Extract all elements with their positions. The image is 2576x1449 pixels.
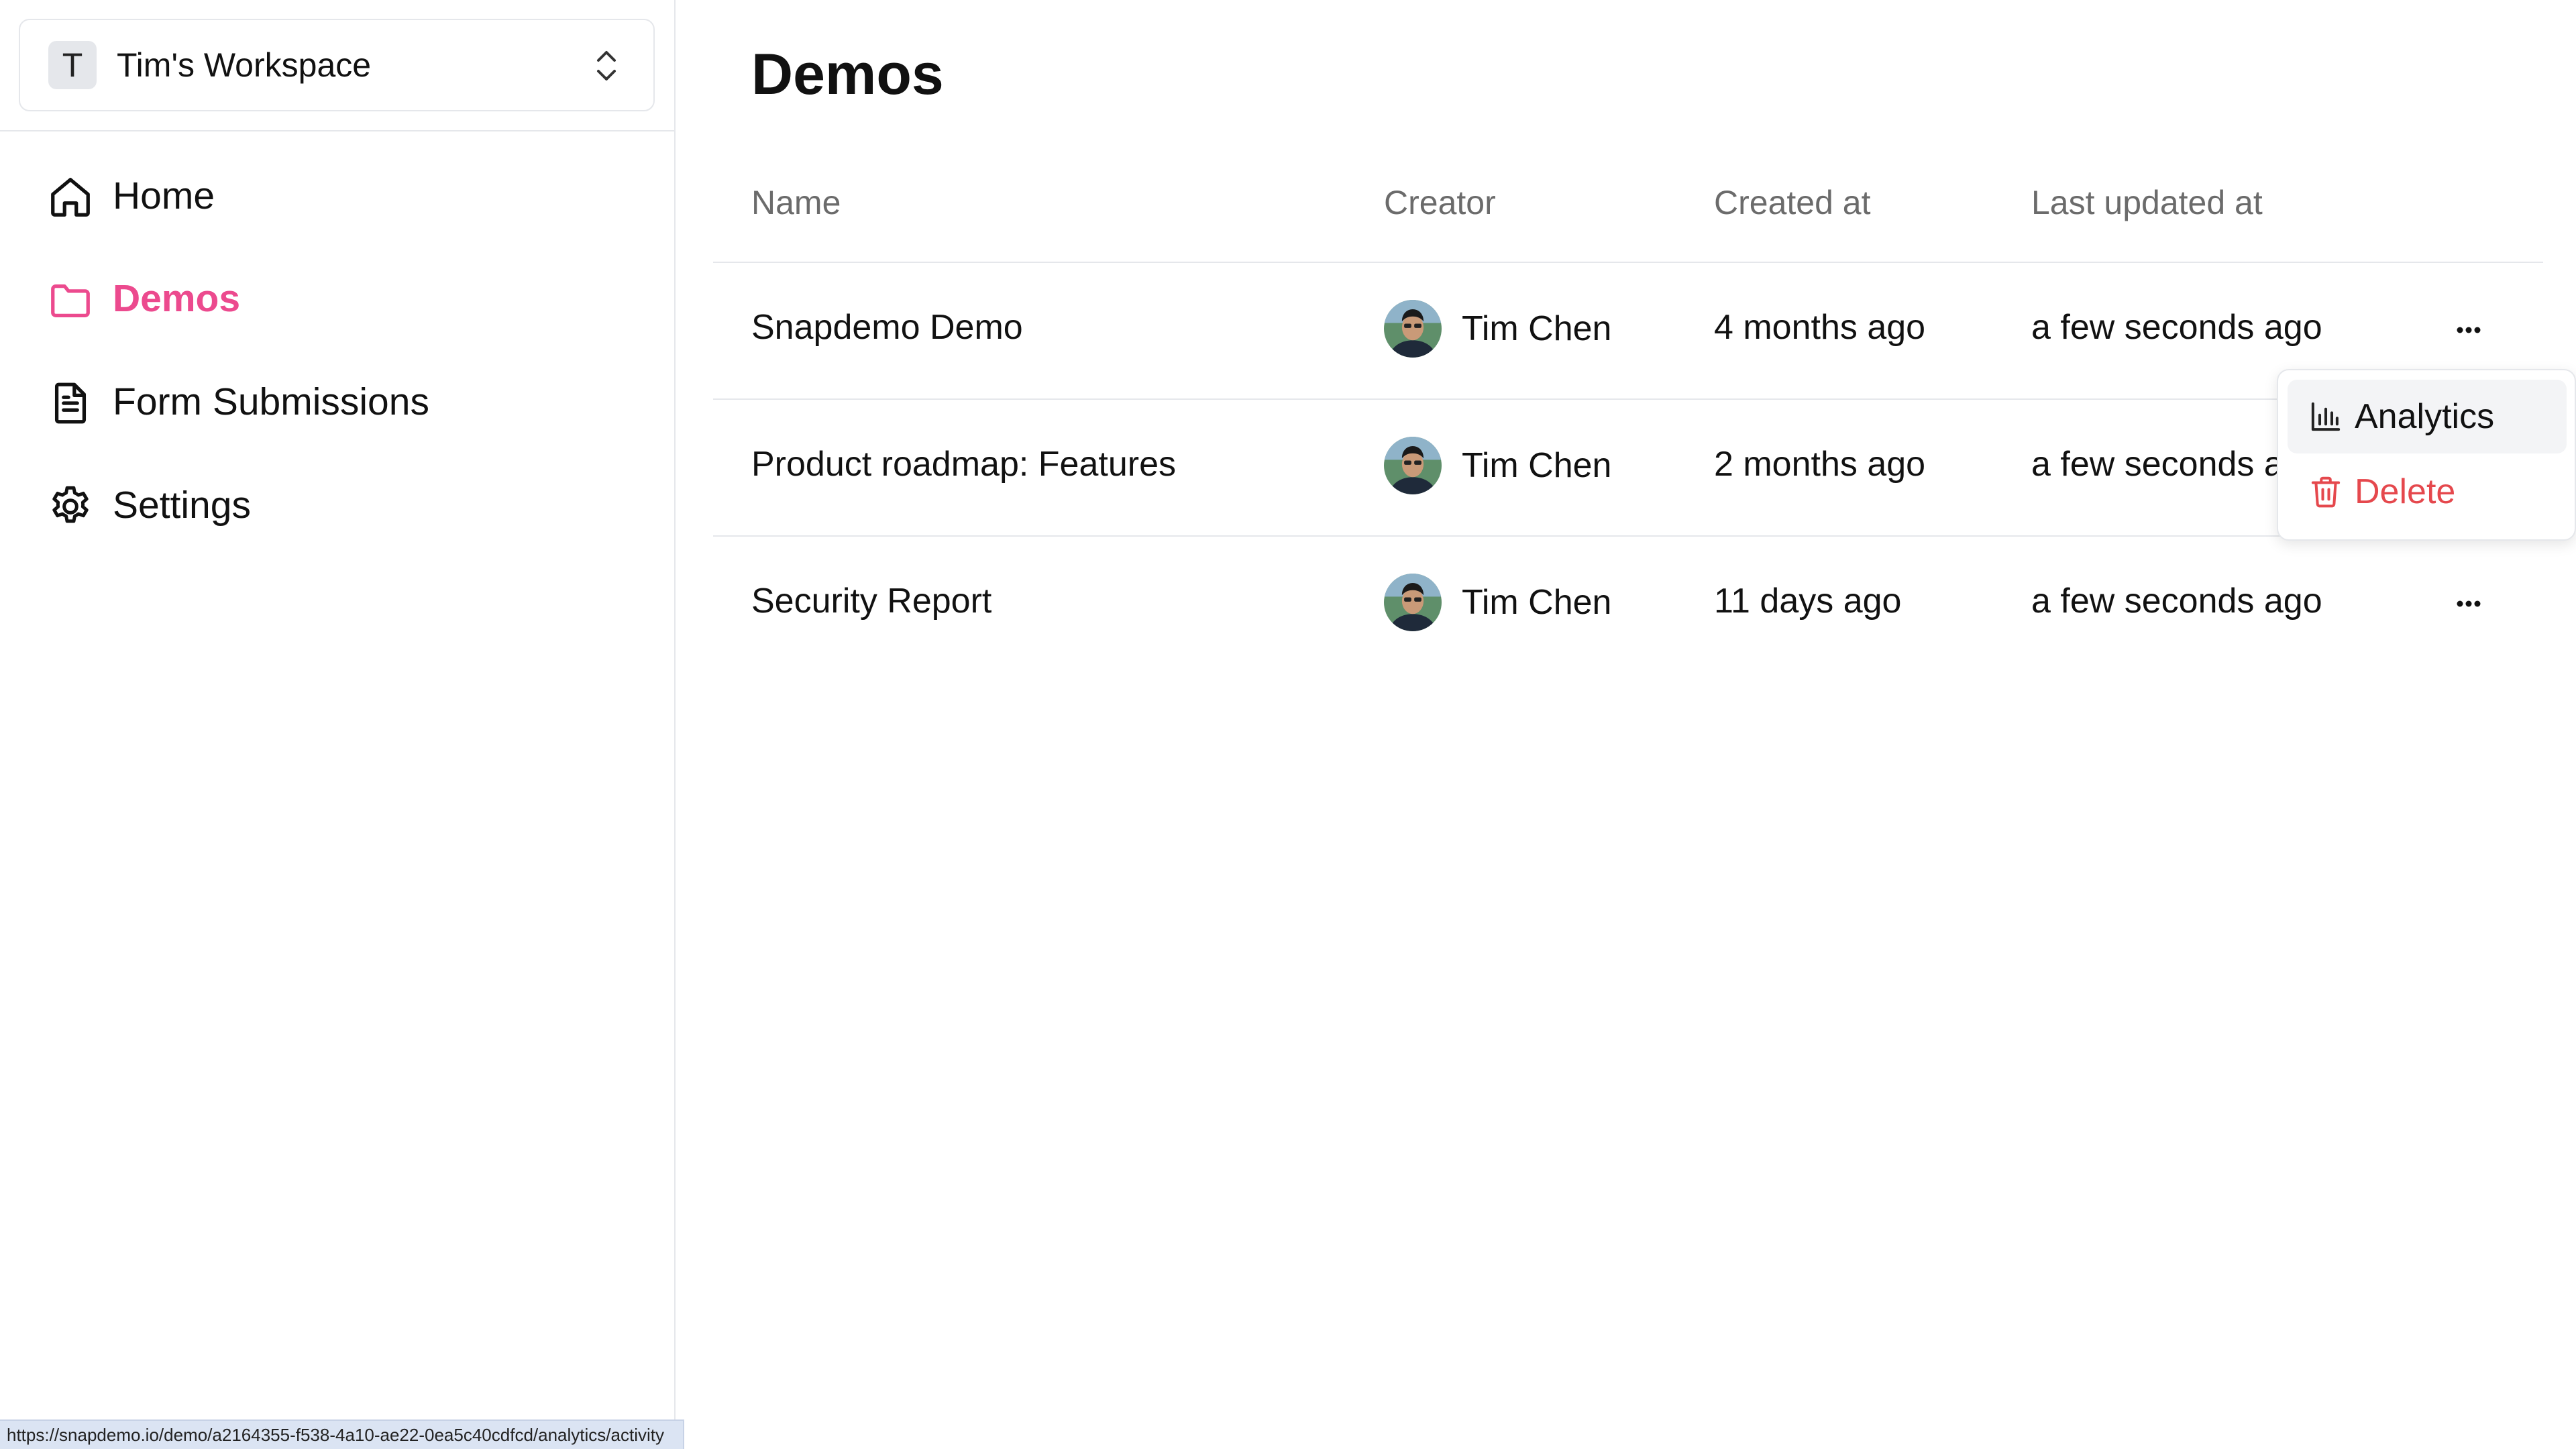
- avatar: [1384, 300, 1442, 358]
- sidebar-item-label: Form Submissions: [113, 380, 429, 423]
- status-bar-url: https://snapdemo.io/demo/a2164355-f538-4…: [0, 1419, 684, 1449]
- table-row[interactable]: Snapdemo Demo Tim Chen 4 months ago a fe…: [713, 263, 2543, 400]
- demo-name[interactable]: Product roadmap: Features: [751, 441, 1176, 487]
- creator-name: Tim Chen: [1462, 309, 1612, 348]
- menu-item-label: Analytics: [2355, 397, 2495, 436]
- avatar: [1384, 574, 1442, 631]
- page-title: Demos: [751, 42, 944, 107]
- sidebar-item-label: Settings: [113, 484, 251, 527]
- sidebar: T Tim's Workspace Home Demos Form Submis…: [0, 0, 684, 1449]
- sidebar-item-settings[interactable]: Settings: [27, 463, 631, 543]
- app-window: T Tim's Workspace Home Demos Form Submis…: [0, 0, 2576, 1449]
- created-at: 4 months ago: [1714, 308, 1926, 347]
- demo-name[interactable]: Security Report: [751, 578, 991, 624]
- document-icon: [54, 382, 87, 424]
- demos-table: Name Creator Created at Last updated at …: [713, 158, 2543, 674]
- gear-icon: [52, 486, 89, 523]
- sidebar-item-label: Home: [113, 174, 215, 217]
- row-actions-menu: Analytics Delete: [2277, 369, 2576, 541]
- table-row[interactable]: Product roadmap: Features Tim Chen 2 mon…: [713, 400, 2543, 537]
- menu-item-delete[interactable]: Delete: [2288, 455, 2567, 529]
- column-header-created-at[interactable]: Created at: [1714, 181, 1870, 224]
- menu-item-analytics[interactable]: Analytics: [2288, 380, 2567, 453]
- last-updated-at: a few seconds ago: [2031, 308, 2322, 347]
- workspace-avatar: T: [48, 41, 97, 89]
- column-header-creator[interactable]: Creator: [1384, 181, 1496, 224]
- workspace-switcher[interactable]: T Tim's Workspace: [19, 19, 655, 111]
- column-header-last-updated-at[interactable]: Last updated at: [2031, 181, 2263, 224]
- demo-name[interactable]: Snapdemo Demo: [751, 305, 1023, 350]
- creator: Tim Chen: [1384, 437, 1611, 494]
- chevron-up-down-icon: [597, 51, 616, 80]
- creator: Tim Chen: [1384, 574, 1611, 631]
- more-options-icon[interactable]: [2444, 310, 2493, 350]
- sidebar-item-home[interactable]: Home: [27, 154, 631, 234]
- home-icon: [51, 178, 90, 217]
- folder-icon: [51, 284, 90, 317]
- bar-chart-icon: [2311, 402, 2341, 431]
- sidebar-item-demos[interactable]: Demos: [27, 256, 631, 337]
- workspace-name: Tim's Workspace: [117, 46, 372, 84]
- created-at: 2 months ago: [1714, 445, 1926, 484]
- created-at: 11 days ago: [1714, 582, 1902, 621]
- workspace-header: T Tim's Workspace: [0, 0, 674, 131]
- table-row[interactable]: Security Report Tim Chen 11 days ago a f…: [713, 537, 2543, 674]
- main-content: Demos Name Creator Created at Last updat…: [676, 0, 2576, 1449]
- avatar: [1384, 437, 1442, 494]
- last-updated-at: a few seconds ago: [2031, 582, 2322, 621]
- sidebar-item-label: Demos: [113, 277, 241, 320]
- creator-name: Tim Chen: [1462, 583, 1612, 622]
- creator-name: Tim Chen: [1462, 446, 1612, 485]
- table-header: Name Creator Created at Last updated at: [713, 158, 2543, 263]
- column-header-name[interactable]: Name: [751, 181, 841, 224]
- trash-icon: [2311, 476, 2341, 508]
- more-options-icon[interactable]: [2444, 584, 2493, 624]
- menu-item-label: Delete: [2355, 472, 2456, 511]
- sidebar-item-form-submissions[interactable]: Form Submissions: [27, 360, 631, 440]
- creator: Tim Chen: [1384, 300, 1612, 358]
